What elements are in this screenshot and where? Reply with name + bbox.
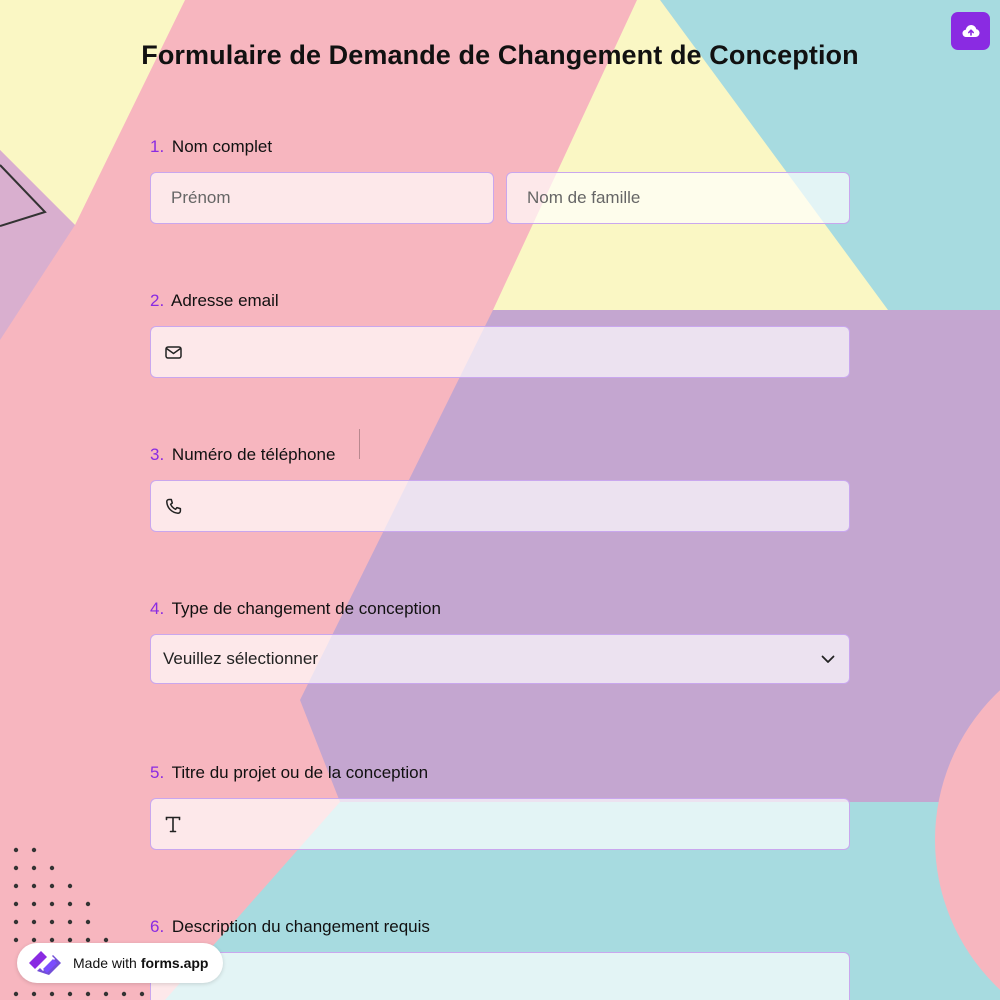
- question-label: Description du changement requis: [171, 917, 430, 936]
- question-label: Titre du projet ou de la conception: [171, 763, 429, 782]
- question-phone: 3. Numéro de téléphone: [150, 444, 850, 466]
- email-input[interactable]: [150, 326, 850, 378]
- project-title-input[interactable]: [150, 798, 850, 850]
- last-name-input[interactable]: Nom de famille: [506, 172, 850, 224]
- cloud-upload-icon: [962, 25, 979, 37]
- question-label: Type de changement de conception: [171, 599, 441, 618]
- last-name-placeholder: Nom de famille: [527, 188, 641, 207]
- first-name-placeholder: Prénom: [171, 188, 231, 207]
- question-full-name: 1. Nom complet: [150, 136, 850, 158]
- badge-brand: forms.app: [140, 955, 209, 971]
- question-number: 2.: [150, 291, 165, 310]
- description-textarea[interactable]: [150, 952, 850, 1000]
- design-change-type-select[interactable]: Veuillez sélectionner: [150, 634, 850, 684]
- select-value: Veuillez sélectionner: [163, 649, 318, 668]
- phone-input[interactable]: [150, 480, 850, 532]
- first-name-input[interactable]: Prénom: [150, 172, 494, 224]
- page-title: Formulaire de Demande de Changement de C…: [141, 40, 859, 70]
- question-number: 6.: [150, 917, 165, 936]
- forms-app-logo-icon: [29, 951, 61, 975]
- question-number: 3.: [150, 445, 165, 464]
- question-project-title: 5. Titre du projet ou de la conception: [150, 762, 850, 784]
- question-number: 4.: [150, 599, 165, 618]
- made-with-forms-app-badge[interactable]: Made with forms.app: [17, 943, 223, 983]
- question-label: Adresse email: [170, 291, 279, 310]
- question-design-change-type: 4. Type de changement de conception: [150, 598, 850, 620]
- text-icon: [151, 816, 195, 833]
- badge-prefix: Made with: [73, 955, 137, 971]
- question-description: 6. Description du changement requis: [150, 916, 850, 938]
- question-number: 5.: [150, 763, 165, 782]
- chevron-down-icon: [821, 649, 835, 669]
- question-label: Nom complet: [171, 137, 273, 156]
- upload-button[interactable]: [951, 12, 990, 50]
- phone-icon: [151, 498, 195, 515]
- mail-icon: [151, 345, 195, 359]
- question-email: 2. Adresse email: [150, 290, 850, 312]
- question-label: Numéro de téléphone: [171, 445, 336, 464]
- question-number: 1.: [150, 137, 165, 156]
